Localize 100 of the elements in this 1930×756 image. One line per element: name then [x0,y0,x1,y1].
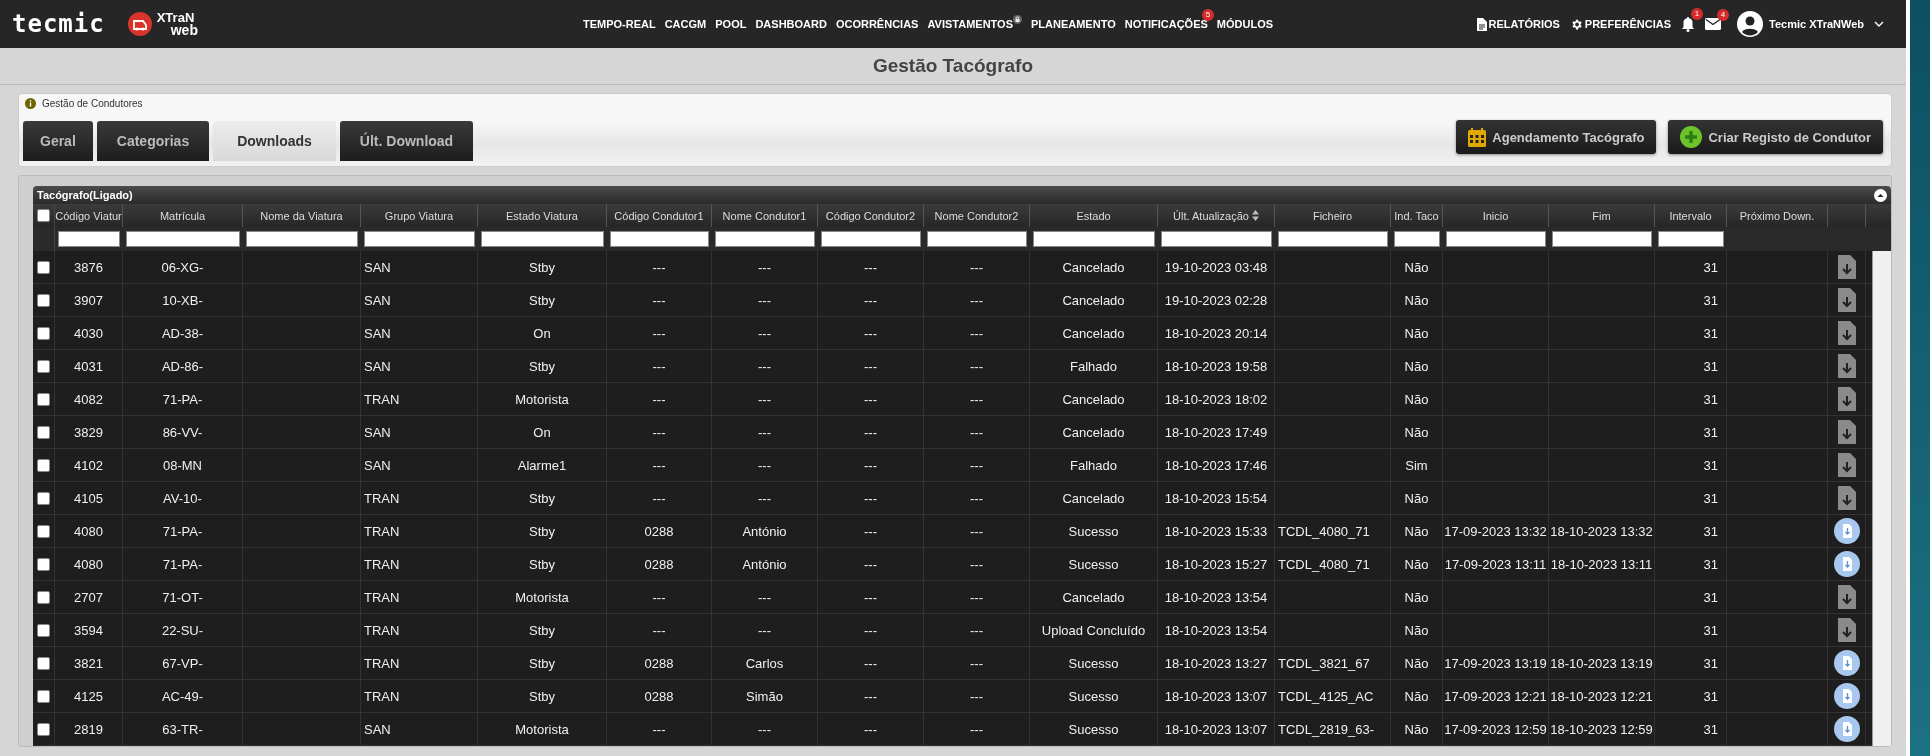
table-cell: Carlos [745,655,784,671]
tab[interactable]: Categorias [96,121,210,161]
table-cell: 31 [1703,589,1718,605]
filter-field[interactable] [246,231,358,247]
filter-field[interactable] [58,231,120,247]
filter-field[interactable] [1658,231,1724,247]
row-checkbox[interactable] [37,458,50,472]
table-cell: --- [970,589,983,605]
nav-link[interactable]: MÓDULOS [1216,18,1274,30]
collapse-icon[interactable] [1874,188,1887,202]
filter-field[interactable] [1394,231,1440,247]
table-cell: 17-09-2023 13:19 [1444,655,1547,671]
table-cell: Stby [529,556,555,572]
filter-field[interactable] [364,231,475,247]
chevron-down-icon[interactable] [1874,21,1884,27]
table-cell: Stby [529,622,555,638]
table-cell: Sucesso [1068,523,1119,539]
nav-link[interactable]: NOTIFICAÇÕES [1124,18,1208,30]
filter-field[interactable] [821,231,921,247]
row-checkbox[interactable] [37,623,50,637]
row-checkbox[interactable] [37,326,50,340]
row-checkbox[interactable] [37,557,50,571]
table-cell: --- [970,655,983,671]
table-cell: 18-10-2023 17:46 [1164,457,1268,473]
file-download-icon[interactable] [1833,551,1860,577]
filter-field[interactable] [610,231,709,247]
table-cell: 71-PA- [162,556,203,572]
bell-icon[interactable] [1681,16,1696,32]
filter-field[interactable] [1446,231,1546,247]
table-cell: Não [1404,523,1429,539]
table-cell: Não [1404,556,1429,572]
nav-link[interactable]: DASHBOARD [755,18,827,30]
preferences-link[interactable]: PREFERÊNCIAS [1569,17,1672,31]
row-checkbox[interactable] [37,425,50,439]
file-download-icon[interactable] [1833,518,1860,544]
nav-link[interactable]: AVISTAMENTOS [927,18,1013,30]
nav-link[interactable]: CACGM [664,18,707,30]
nav-link[interactable]: POOL [715,18,747,30]
reports-link[interactable]: RELATÓRIOS [1476,17,1560,31]
table-cell: Stby [529,688,555,704]
table-cell: Cancelado [1062,589,1125,605]
filter-field[interactable] [481,231,604,247]
scrollbar[interactable] [1872,251,1891,746]
table-cell: António [742,556,787,572]
company-logo: tecmic [12,10,105,38]
tab[interactable]: Geral [23,121,93,161]
row-checkbox[interactable] [37,260,50,274]
table-cell: Upload Concluído [1041,622,1146,638]
table-cell: 2707 [74,589,103,605]
filter-field[interactable] [1161,231,1272,247]
user-menu[interactable]: Tecmic XTraNWeb [1769,18,1864,30]
table-cell: 0288 [644,523,674,539]
table-cell: 31 [1703,556,1718,572]
table-cell: --- [864,424,877,440]
file-download-icon[interactable] [1833,716,1860,742]
filter-field[interactable] [126,231,240,247]
row-checkbox[interactable] [37,722,50,736]
tab[interactable]: Downloads [213,121,336,161]
nav-link[interactable]: TEMPO-REAL [582,18,656,30]
row-checkbox[interactable] [37,524,50,538]
table-cell: 31 [1703,490,1718,506]
table-cell: TRAN [364,391,400,407]
row-checkbox[interactable] [37,293,50,307]
table-cell: 4082 [74,391,103,407]
row-checkbox[interactable] [37,392,50,406]
user-avatar-icon[interactable] [1737,11,1764,37]
table-cell: TCDL_4125_AC [1278,688,1374,704]
calendar-icon [1468,127,1487,147]
row-checkbox[interactable] [37,359,50,373]
create-driver-button[interactable]: Criar Registo de Condutor [1668,120,1883,154]
schedule-button[interactable]: Agendamento Tacógrafo [1456,120,1657,154]
envelope-icon[interactable] [1705,18,1722,30]
filter-field[interactable] [715,231,815,247]
nav-link[interactable]: OCORRÊNCIAS [835,18,919,30]
row-checkbox[interactable] [37,590,50,604]
table-cell: --- [652,721,666,737]
table-cell: 18-10-2023 15:54 [1164,490,1268,506]
row-checkbox[interactable] [37,689,50,703]
nav-link[interactable]: PLANEAMENTO [1031,18,1116,30]
select-all-checkbox[interactable] [37,209,50,222]
tab[interactable]: Últ. Download [339,121,474,161]
file-download-icon[interactable] [1833,650,1860,676]
table-cell: Sucesso [1068,655,1119,671]
table-cell: --- [652,391,666,407]
product-logo-icon [126,11,153,37]
table-cell: --- [652,424,666,440]
filter-field[interactable] [927,231,1027,247]
filter-field[interactable] [1552,231,1652,247]
file-download-icon[interactable] [1833,683,1860,709]
table-cell: --- [864,490,877,506]
table-cell: Sucesso [1068,688,1119,704]
table-cell: 18-10-2023 13:54 [1164,589,1268,605]
row-checkbox[interactable] [37,656,50,670]
filter-field[interactable] [1033,231,1155,247]
filter-field[interactable] [1278,231,1388,247]
table-cell: Não [1404,490,1429,506]
table-cell: AV-10- [163,490,202,506]
row-checkbox[interactable] [37,491,50,505]
table-cell: Falhado [1070,457,1117,473]
message-count-badge: 4 [1717,9,1730,21]
